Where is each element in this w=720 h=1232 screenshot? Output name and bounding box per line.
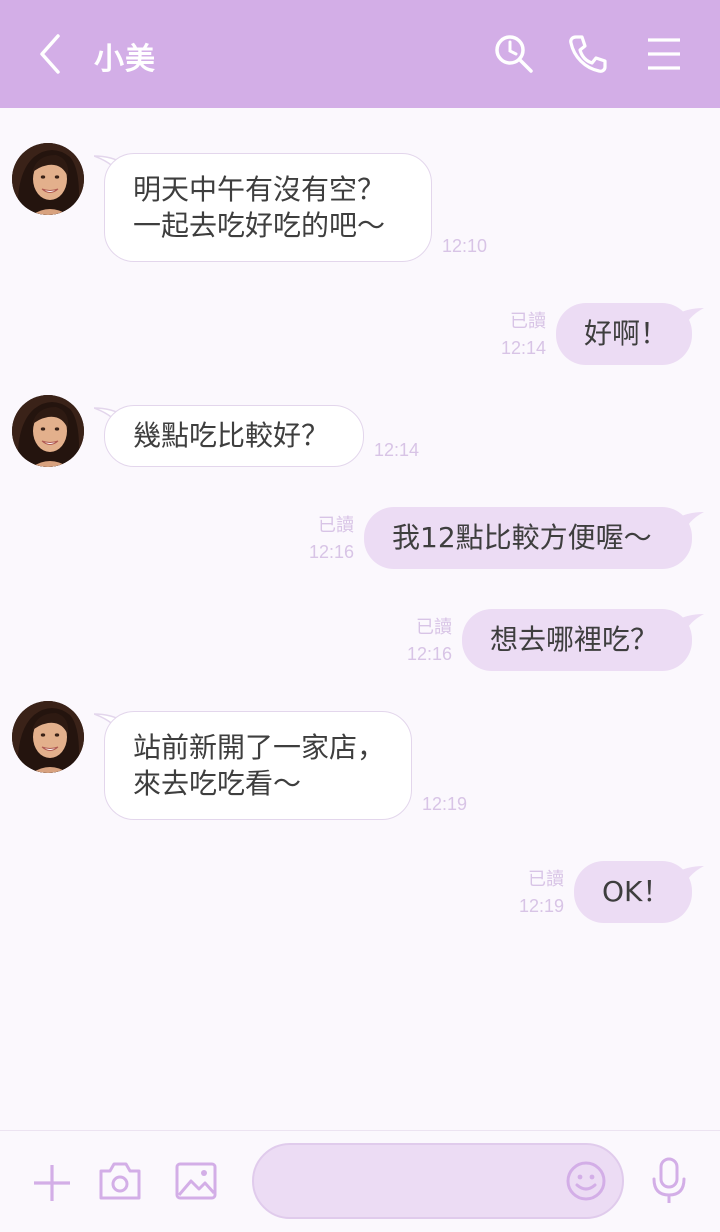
message-text: 站前新開了一家店， xyxy=(133,730,386,764)
emoji-icon[interactable] xyxy=(564,1159,608,1203)
bubble-tail xyxy=(674,308,704,332)
message-time: 12:14 xyxy=(374,440,420,460)
read-receipt: 已讀 xyxy=(528,869,564,889)
plus-icon[interactable] xyxy=(28,1159,76,1207)
mic-icon[interactable] xyxy=(646,1155,692,1207)
message-time: 12:19 xyxy=(518,896,564,916)
message-bubble-incoming[interactable]: 明天中午有沒有空？ 一起去吃好吃的吧〜 xyxy=(104,153,432,262)
bubble-tail xyxy=(674,512,704,536)
bubble-tail xyxy=(674,614,704,638)
back-icon[interactable] xyxy=(32,30,72,78)
message-bubble-incoming[interactable]: 幾點吃比較好？ xyxy=(104,405,364,467)
message-list[interactable]: 明天中午有沒有空？ 一起去吃好吃的吧〜 12:10 已讀 12:14 好啊！ 幾… xyxy=(0,108,720,1130)
avatar[interactable] xyxy=(12,143,84,215)
message-time: 12:16 xyxy=(308,542,354,562)
message-text: OK！ xyxy=(602,875,671,908)
message-input[interactable] xyxy=(274,1145,564,1217)
message-bubble-incoming[interactable]: 站前新開了一家店， 來去吃吃看〜 xyxy=(104,711,412,820)
message-bubble-outgoing[interactable]: 想去哪裡吃？ xyxy=(462,609,692,671)
message-text: 一起去吃好吃的吧〜 xyxy=(133,208,386,242)
menu-icon[interactable] xyxy=(640,30,688,78)
message-text: 明天中午有沒有空？ xyxy=(133,172,386,206)
message-time: 12:14 xyxy=(500,338,546,358)
message-bubble-outgoing[interactable]: 我12點比較方便喔〜 xyxy=(364,507,692,569)
message-time: 12:16 xyxy=(406,644,452,664)
contact-name: 小美 xyxy=(94,42,156,77)
composer-bar xyxy=(0,1130,720,1232)
bubble-tail xyxy=(674,866,704,890)
message-time: 12:10 xyxy=(442,236,488,256)
message-text: 幾點吃比較好？ xyxy=(133,419,330,452)
message-time: 12:19 xyxy=(422,794,468,814)
message-text: 好啊！ xyxy=(584,317,669,350)
camera-icon[interactable] xyxy=(96,1157,144,1205)
message-text: 想去哪裡吃？ xyxy=(490,623,659,656)
chat-header: 小美 xyxy=(0,0,720,108)
image-icon[interactable] xyxy=(172,1157,220,1205)
message-text: 來去吃吃看〜 xyxy=(133,766,302,800)
message-bubble-outgoing[interactable]: 好啊！ xyxy=(556,303,692,365)
avatar[interactable] xyxy=(12,395,84,467)
read-receipt: 已讀 xyxy=(318,515,354,535)
message-input-box xyxy=(252,1143,624,1219)
read-receipt: 已讀 xyxy=(510,311,546,331)
search-icon[interactable] xyxy=(490,30,538,78)
read-receipt: 已讀 xyxy=(416,617,452,637)
phone-icon[interactable] xyxy=(564,30,612,78)
avatar[interactable] xyxy=(12,701,84,773)
message-text: 我12點比較方便喔〜 xyxy=(392,521,652,554)
